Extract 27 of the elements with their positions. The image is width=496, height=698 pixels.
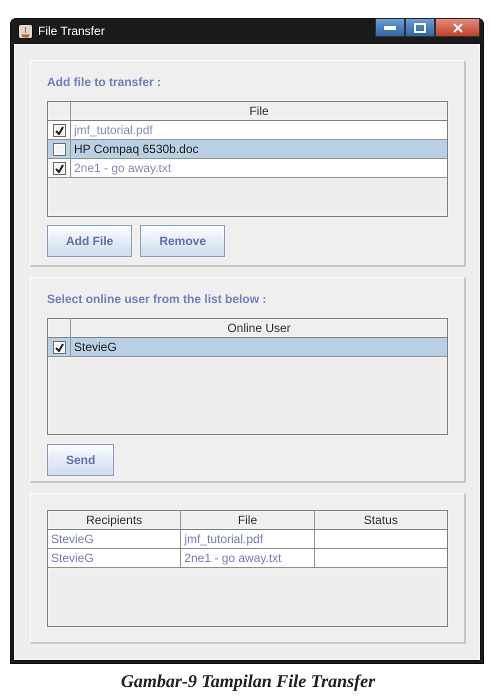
figure-caption: Gambar-9 Tampilan File Transfer <box>120 670 376 692</box>
section-label: Add file to transfer : <box>47 74 162 91</box>
section-label: Select online user from the list below : <box>47 291 268 308</box>
column-header: File <box>70 102 447 120</box>
window-title: File Transfer <box>38 23 105 40</box>
minimize-button[interactable] <box>375 18 405 37</box>
checkbox[interactable] <box>52 124 66 136</box>
minimize-icon <box>384 26 396 30</box>
column-header: Online User <box>70 319 447 337</box>
column-header: File <box>180 511 314 529</box>
table-cell: jmf_tutorial.pdf <box>180 530 314 548</box>
action-button[interactable]: Remove <box>140 225 226 257</box>
maximize-icon <box>414 22 426 32</box>
table-cell-text: StevieG <box>50 550 95 567</box>
app-icon <box>18 24 33 38</box>
column-header: Status <box>314 511 447 529</box>
action-button[interactable]: Add File <box>47 225 132 257</box>
checkbox[interactable] <box>52 142 66 156</box>
action-button[interactable]: Send <box>47 444 114 476</box>
close-icon <box>452 22 462 32</box>
table-cell: 2ne1 - go away.txt <box>180 549 314 567</box>
checkbox[interactable] <box>52 162 66 174</box>
close-button[interactable] <box>435 18 480 37</box>
table-cell-text: StevieG <box>50 531 95 548</box>
maximize-button[interactable] <box>405 18 435 37</box>
checkbox[interactable] <box>52 340 66 354</box>
column-header: Recipients <box>85 512 144 529</box>
